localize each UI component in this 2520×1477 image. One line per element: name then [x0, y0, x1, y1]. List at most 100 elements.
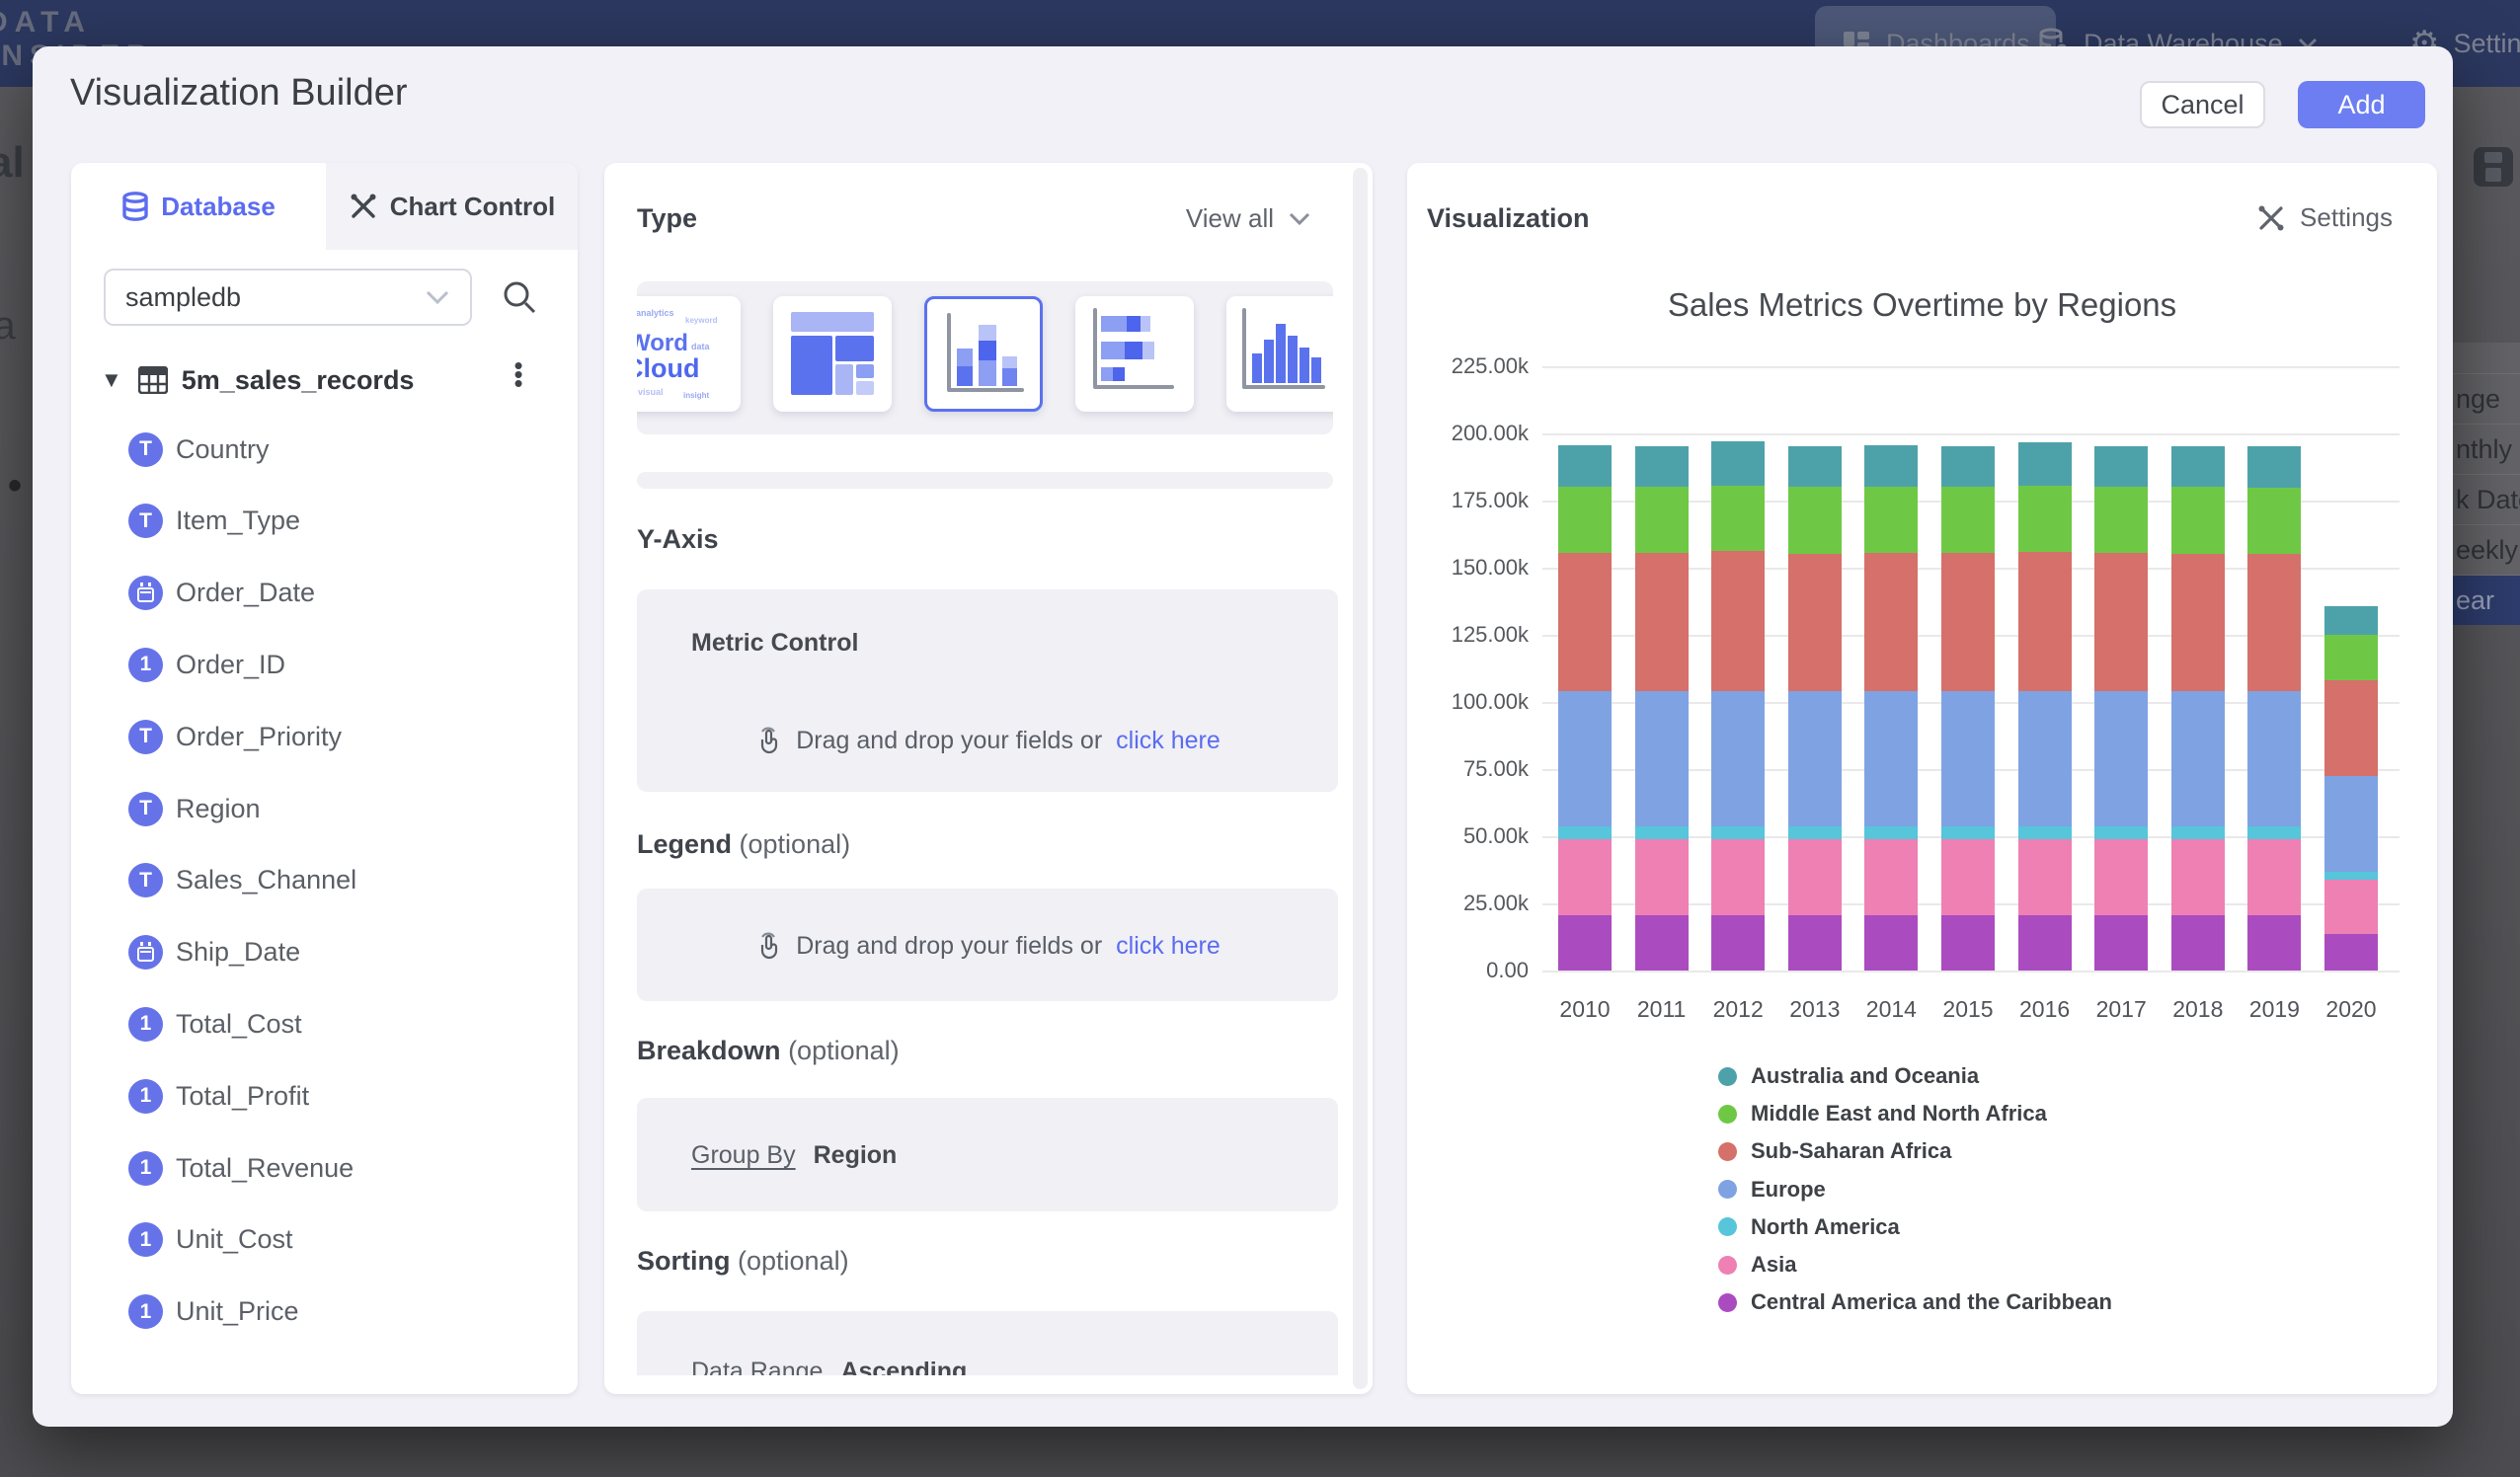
bar-segment-2016[interactable] — [2018, 839, 2072, 915]
bar-segment-2014[interactable] — [1864, 826, 1918, 839]
bar-segment-2020[interactable] — [2324, 680, 2378, 776]
bar-segment-2012[interactable] — [1711, 826, 1765, 839]
bar-segment-2018[interactable] — [2171, 554, 2225, 692]
bar-segment-2020[interactable] — [2324, 635, 2378, 680]
table-tree-node[interactable]: ▼ 5m_sales_records ••• — [71, 356, 578, 404]
field-item-unit_cost[interactable]: 1Unit_Cost — [71, 1208, 578, 1272]
save-icon[interactable] — [2473, 146, 2514, 188]
bar-segment-2016[interactable] — [2018, 826, 2072, 839]
bar-segment-2010[interactable] — [1558, 915, 1612, 971]
legend-item[interactable]: Asia — [1718, 1252, 1796, 1278]
bar-segment-2017[interactable] — [2094, 446, 2148, 488]
cancel-button[interactable]: Cancel — [2140, 81, 2265, 128]
bar-segment-2017[interactable] — [2094, 826, 2148, 839]
breakdown-dropzone[interactable]: Group By Region — [637, 1098, 1338, 1211]
bar-segment-2011[interactable] — [1635, 691, 1689, 826]
bar-segment-2015[interactable] — [1941, 553, 1995, 691]
bar-segment-2016[interactable] — [2018, 552, 2072, 691]
bar-segment-2011[interactable] — [1635, 553, 1689, 691]
caret-down-icon[interactable]: ▼ — [101, 367, 122, 393]
legend-item[interactable]: Sub-Saharan Africa — [1718, 1138, 1951, 1164]
bar-segment-2018[interactable] — [2171, 446, 2225, 488]
bar-segment-2018[interactable] — [2171, 826, 2225, 839]
bar-segment-2020[interactable] — [2324, 606, 2378, 635]
field-item-sales_channel[interactable]: TSales_Channel — [71, 849, 578, 912]
bar-segment-2019[interactable] — [2247, 915, 2301, 971]
group-by-link[interactable]: Group By — [691, 1141, 796, 1170]
bar-segment-2015[interactable] — [1941, 839, 1995, 915]
bar-segment-2017[interactable] — [2094, 487, 2148, 553]
database-select[interactable]: sampledb — [104, 269, 472, 326]
bar-segment-2020[interactable] — [2324, 872, 2378, 880]
carousel-scrollbar[interactable] — [637, 472, 1333, 489]
bar-segment-2020[interactable] — [2324, 776, 2378, 872]
legend-dropzone[interactable]: Drag and drop your fields or click here — [637, 889, 1338, 1001]
bar-segment-2013[interactable] — [1788, 446, 1842, 488]
bar-segment-2019[interactable] — [2247, 826, 2301, 839]
legend-item[interactable]: Europe — [1718, 1177, 1826, 1203]
bar-segment-2012[interactable] — [1711, 691, 1765, 826]
bar-segment-2016[interactable] — [2018, 442, 2072, 486]
bar-segment-2018[interactable] — [2171, 487, 2225, 553]
bar-segment-2011[interactable] — [1635, 446, 1689, 488]
panel-scrollbar[interactable] — [1353, 168, 1368, 1389]
bar-segment-2010[interactable] — [1558, 445, 1612, 487]
sort-field-link[interactable]: Data Range — [691, 1358, 823, 1375]
bar-segment-2019[interactable] — [2247, 554, 2301, 692]
bar-segment-2011[interactable] — [1635, 487, 1689, 553]
bar-segment-2016[interactable] — [2018, 486, 2072, 552]
field-item-total_revenue[interactable]: 1Total_Revenue — [71, 1136, 578, 1200]
legend-item[interactable]: Australia and Oceania — [1718, 1063, 1979, 1089]
bar-segment-2016[interactable] — [2018, 691, 2072, 826]
bar-segment-2012[interactable] — [1711, 839, 1765, 915]
view-all-button[interactable]: View all — [1186, 203, 1311, 234]
bar-segment-2014[interactable] — [1864, 445, 1918, 487]
field-item-item_type[interactable]: TItem_Type — [71, 490, 578, 553]
bar-segment-2019[interactable] — [2247, 691, 2301, 826]
field-item-ship_date[interactable]: Ship_Date — [71, 921, 578, 984]
bar-segment-2010[interactable] — [1558, 691, 1612, 826]
click-here-link[interactable]: click here — [1116, 727, 1221, 755]
bar-segment-2019[interactable] — [2247, 446, 2301, 487]
chart-type-column[interactable] — [1226, 296, 1333, 412]
metric-control-dropzone[interactable]: Metric Control Drag and drop your fields… — [637, 589, 1338, 792]
bar-segment-2017[interactable] — [2094, 915, 2148, 971]
legend-item[interactable]: Middle East and North Africa — [1718, 1101, 2047, 1127]
bar-segment-2010[interactable] — [1558, 826, 1612, 839]
bar-segment-2015[interactable] — [1941, 487, 1995, 553]
bar-segment-2013[interactable] — [1788, 826, 1842, 839]
bar-segment-2010[interactable] — [1558, 487, 1612, 553]
bar-segment-2018[interactable] — [2171, 915, 2225, 971]
legend-item[interactable]: North America — [1718, 1214, 1900, 1240]
click-here-link[interactable]: click here — [1116, 932, 1221, 961]
field-item-total_cost[interactable]: 1Total_Cost — [71, 992, 578, 1055]
tab-chart-control[interactable]: Chart Control — [326, 163, 578, 250]
bar-segment-2015[interactable] — [1941, 446, 1995, 488]
field-item-order_priority[interactable]: TOrder_Priority — [71, 705, 578, 768]
bar-segment-2014[interactable] — [1864, 691, 1918, 826]
bar-segment-2020[interactable] — [2324, 934, 2378, 971]
bar-segment-2018[interactable] — [2171, 691, 2225, 826]
bar-segment-2016[interactable] — [2018, 915, 2072, 971]
bar-segment-2017[interactable] — [2094, 553, 2148, 691]
chart-type-stacked-column[interactable] — [924, 296, 1043, 412]
field-item-country[interactable]: TCountry — [71, 418, 578, 481]
bar-segment-2014[interactable] — [1864, 839, 1918, 915]
bar-segment-2020[interactable] — [2324, 880, 2378, 934]
bar-segment-2018[interactable] — [2171, 839, 2225, 915]
field-item-order_id[interactable]: 1Order_ID — [71, 633, 578, 696]
field-item-total_profit[interactable]: 1Total_Profit — [71, 1064, 578, 1127]
sorting-dropzone[interactable]: Data Range Ascending — [637, 1311, 1338, 1375]
bar-segment-2012[interactable] — [1711, 915, 1765, 971]
bar-segment-2013[interactable] — [1788, 691, 1842, 826]
search-icon[interactable] — [501, 278, 538, 316]
add-button[interactable]: Add — [2298, 81, 2425, 128]
chart-type-stacked-bar[interactable] — [1075, 296, 1194, 412]
bar-segment-2017[interactable] — [2094, 691, 2148, 826]
bar-segment-2015[interactable] — [1941, 691, 1995, 826]
kebab-menu-icon[interactable]: ••• — [504, 358, 533, 385]
bar-segment-2015[interactable] — [1941, 915, 1995, 971]
bar-segment-2014[interactable] — [1864, 553, 1918, 691]
bar-segment-2011[interactable] — [1635, 839, 1689, 915]
chart-type-word-cloud[interactable]: Word Cloud analytics keyword data visual… — [637, 296, 741, 412]
